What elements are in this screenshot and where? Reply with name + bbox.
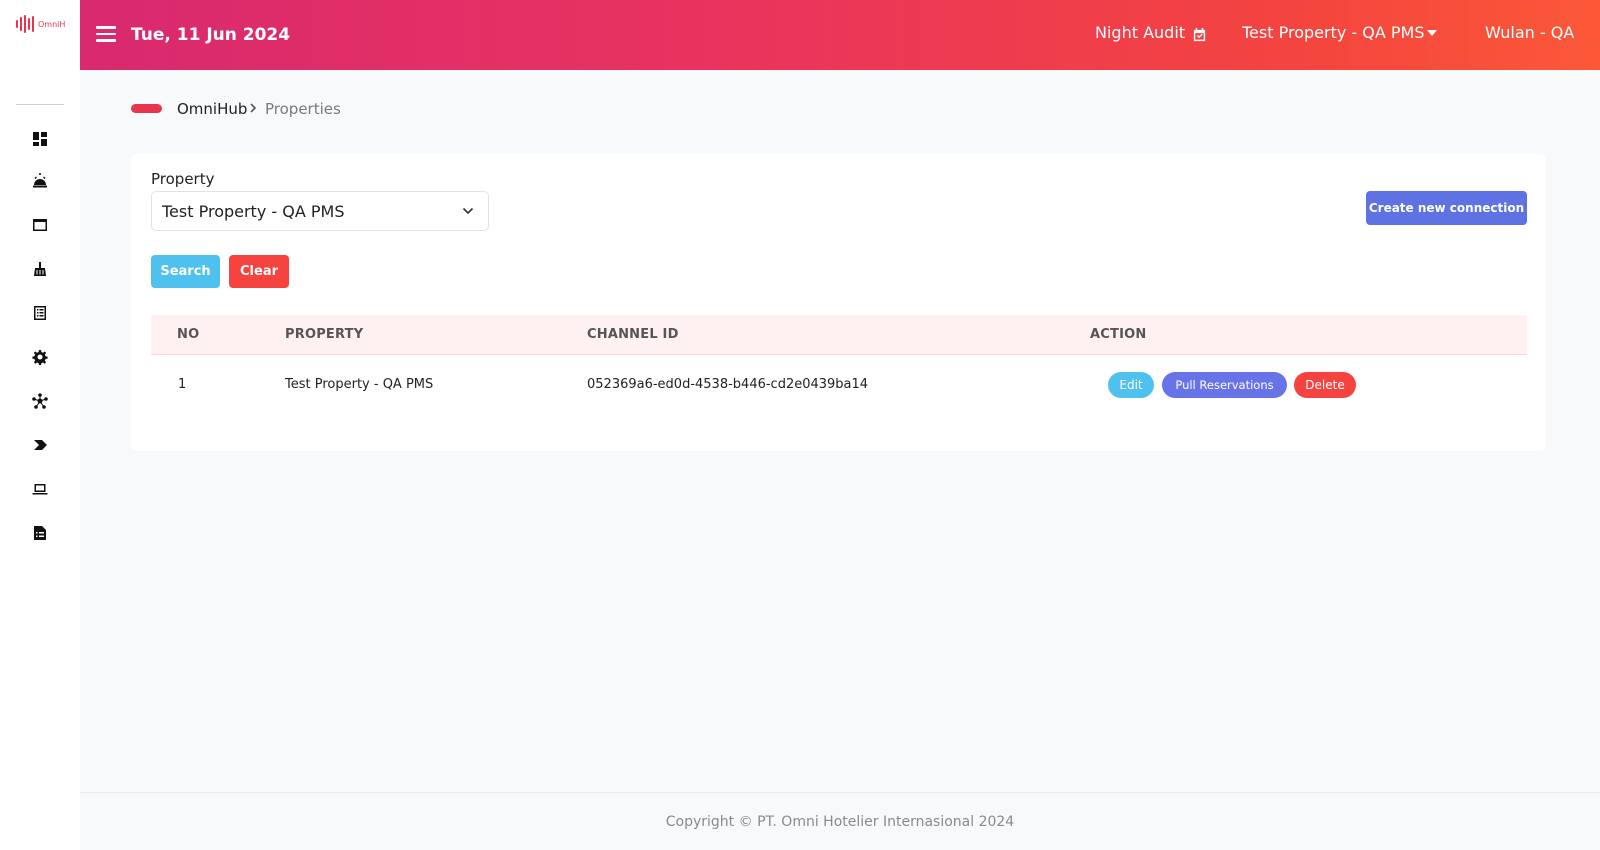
laptop-icon (32, 484, 48, 495)
window-icon (33, 219, 47, 231)
sidebar-item-front-desk[interactable] (31, 172, 49, 190)
row-property: Test Property - QA PMS (285, 377, 434, 392)
network-icon (32, 393, 48, 409)
broom-icon (34, 262, 46, 276)
row-channel-id: 052369a6-ed0d-4538-b446-cd2e0439ba14 (587, 377, 869, 392)
pull-reservations-button[interactable]: Pull Reservations (1162, 372, 1287, 398)
column-header-property: PROPERTY (285, 327, 364, 342)
report-icon (34, 526, 46, 540)
property-filter-select[interactable]: Test Property - QA PMS (151, 191, 489, 231)
menu-toggle-icon[interactable] (96, 26, 116, 42)
clear-button[interactable]: Clear (229, 255, 289, 288)
sidebar-item-reports-list[interactable] (31, 304, 49, 322)
table-header: NO PROPERTY CHANNEL ID ACTION (151, 315, 1527, 355)
sidebar-item-dashboard[interactable] (31, 130, 49, 148)
sidebar-item-devices[interactable] (31, 480, 49, 498)
caret-down-icon[interactable] (1426, 29, 1438, 37)
properties-card: Property Test Property - QA PMS Create n… (131, 154, 1546, 451)
logo-mark-icon (16, 15, 34, 33)
property-filter-value: Test Property - QA PMS (162, 202, 345, 221)
list-icon (34, 306, 46, 320)
sidebar-item-rooms[interactable] (31, 216, 49, 234)
user-menu[interactable]: Wulan - QA (1485, 23, 1574, 42)
footer-divider (80, 792, 1600, 793)
property-filter-label: Property (151, 170, 215, 188)
column-header-no: NO (177, 327, 200, 342)
sidebar-item-documents[interactable] (31, 524, 49, 542)
chevron-tag-icon (34, 440, 47, 450)
edit-button[interactable]: Edit (1108, 372, 1154, 398)
gear-icon (32, 350, 48, 365)
header-property-select[interactable]: Test Property - QA PMS (1242, 23, 1424, 42)
breadcrumb-accent (131, 104, 162, 113)
sidebar-item-housekeeping[interactable] (31, 260, 49, 278)
app-logo[interactable]: OmniH (16, 15, 65, 33)
breadcrumb-current: Properties (265, 100, 341, 118)
create-connection-button[interactable]: Create new connection (1366, 191, 1527, 225)
footer-copyright: Copyright © PT. Omni Hotelier Internasio… (665, 814, 1015, 830)
top-bar: Tue, 11 Jun 2024 Night Audit Test Proper… (80, 0, 1600, 70)
breadcrumb-root[interactable]: OmniHub (177, 100, 247, 118)
column-header-action: ACTION (1090, 327, 1147, 342)
night-audit-link[interactable]: Night Audit (1095, 23, 1185, 42)
chevron-down-icon (462, 207, 474, 215)
sidebar-divider (16, 104, 64, 105)
column-header-channel-id: CHANNEL ID (587, 327, 679, 342)
concierge-bell-icon (33, 173, 47, 188)
chevron-right-icon (250, 103, 257, 113)
dashboard-icon (33, 132, 47, 146)
calendar-check-icon[interactable] (1192, 27, 1207, 42)
sidebar: OmniH (0, 0, 80, 850)
logo-text: OmniH (38, 19, 66, 29)
delete-button[interactable]: Delete (1294, 372, 1356, 398)
sidebar-item-settings[interactable] (31, 348, 49, 366)
business-date: Tue, 11 Jun 2024 (131, 25, 291, 45)
sidebar-item-channel-manager[interactable] (31, 392, 49, 410)
search-button[interactable]: Search (151, 255, 220, 288)
sidebar-item-next[interactable] (31, 436, 49, 454)
row-no: 1 (178, 377, 187, 392)
